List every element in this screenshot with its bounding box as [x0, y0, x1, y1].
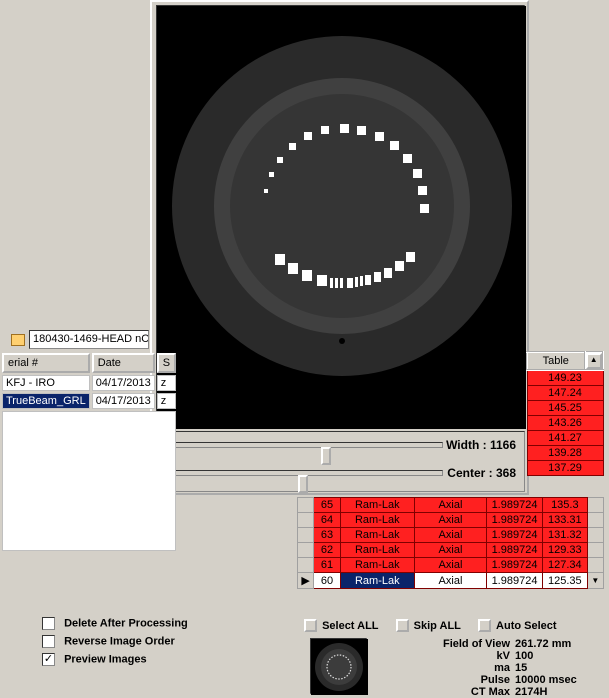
- ct-preview-panel: Width : 1166 Center : 368: [150, 0, 529, 495]
- col-serial[interactable]: erial #: [2, 353, 90, 373]
- reverse-order-checkbox[interactable]: [42, 635, 55, 648]
- slice-table[interactable]: 65 Ram-Lak Axial 1.989724 135.3 64 Ram-L…: [297, 497, 604, 589]
- center-slider-thumb[interactable]: [298, 475, 308, 493]
- folder-icon[interactable]: [11, 334, 25, 346]
- center-readout: Center : 368: [447, 466, 516, 480]
- select-all-button[interactable]: [304, 619, 317, 632]
- list-item[interactable]: 137.29: [527, 461, 603, 476]
- auto-select-button[interactable]: [478, 619, 491, 632]
- options-area: Delete After Processing Reverse Image Or…: [42, 617, 188, 671]
- row-marker-icon: ▶: [298, 573, 314, 589]
- list-item[interactable]: 149.23: [527, 370, 603, 386]
- center-slider[interactable]: [165, 470, 443, 476]
- ct-image[interactable]: [156, 5, 525, 428]
- patient-table[interactable]: erial # Date S KFJ - IRO 04/17/2013 z Tr…: [0, 351, 178, 553]
- width-readout: Width : 1166: [446, 438, 516, 452]
- list-item[interactable]: 141.27: [527, 431, 603, 446]
- col-date[interactable]: Date: [92, 353, 155, 373]
- scroll-up-icon[interactable]: ▲: [586, 353, 602, 369]
- preview-images-checkbox[interactable]: ✓: [42, 653, 55, 666]
- table-row[interactable]: KFJ - IRO 04/17/2013 z: [2, 375, 176, 391]
- list-item[interactable]: 143.26: [527, 416, 603, 431]
- skip-all-button[interactable]: [396, 619, 409, 632]
- action-buttons: Select ALL Skip ALL Auto Select: [304, 619, 604, 632]
- table-row[interactable]: 62 Ram-Lak Axial 1.989724 129.33: [298, 543, 604, 558]
- window-level-sliders: Width : 1166 Center : 368: [156, 431, 525, 492]
- table-row[interactable]: 64 Ram-Lak Axial 1.989724 133.31: [298, 513, 604, 528]
- position-table[interactable]: Table ▲ 149.23 147.24 145.25 143.26 141.…: [526, 351, 604, 476]
- delete-after-checkbox[interactable]: [42, 617, 55, 630]
- width-slider[interactable]: [165, 442, 443, 448]
- path-field[interactable]: 180430-1469-HEAD nC: [29, 330, 149, 349]
- scroll-down-icon[interactable]: ▼: [587, 573, 603, 589]
- table-row[interactable]: 65 Ram-Lak Axial 1.989724 135.3: [298, 498, 604, 513]
- table-row[interactable]: 61 Ram-Lak Axial 1.989724 127.34: [298, 558, 604, 573]
- col-s[interactable]: S: [157, 353, 176, 373]
- thumbnail-preview[interactable]: [310, 638, 367, 694]
- table-blank: [2, 411, 176, 551]
- scan-info: Field of View261.72 mm kV100 ma15 Pulse1…: [416, 638, 577, 698]
- list-item[interactable]: 147.24: [527, 386, 603, 401]
- list-item[interactable]: 145.25: [527, 401, 603, 416]
- col-table-pos[interactable]: Table: [527, 352, 585, 370]
- list-item[interactable]: 139.28: [527, 446, 603, 461]
- table-row[interactable]: TrueBeam_GRL 04/17/2013 z: [2, 393, 176, 409]
- table-row[interactable]: 63 Ram-Lak Axial 1.989724 131.32: [298, 528, 604, 543]
- table-row-selected[interactable]: ▶ 60 Ram-Lak Axial 1.989724 125.35 ▼: [298, 573, 604, 589]
